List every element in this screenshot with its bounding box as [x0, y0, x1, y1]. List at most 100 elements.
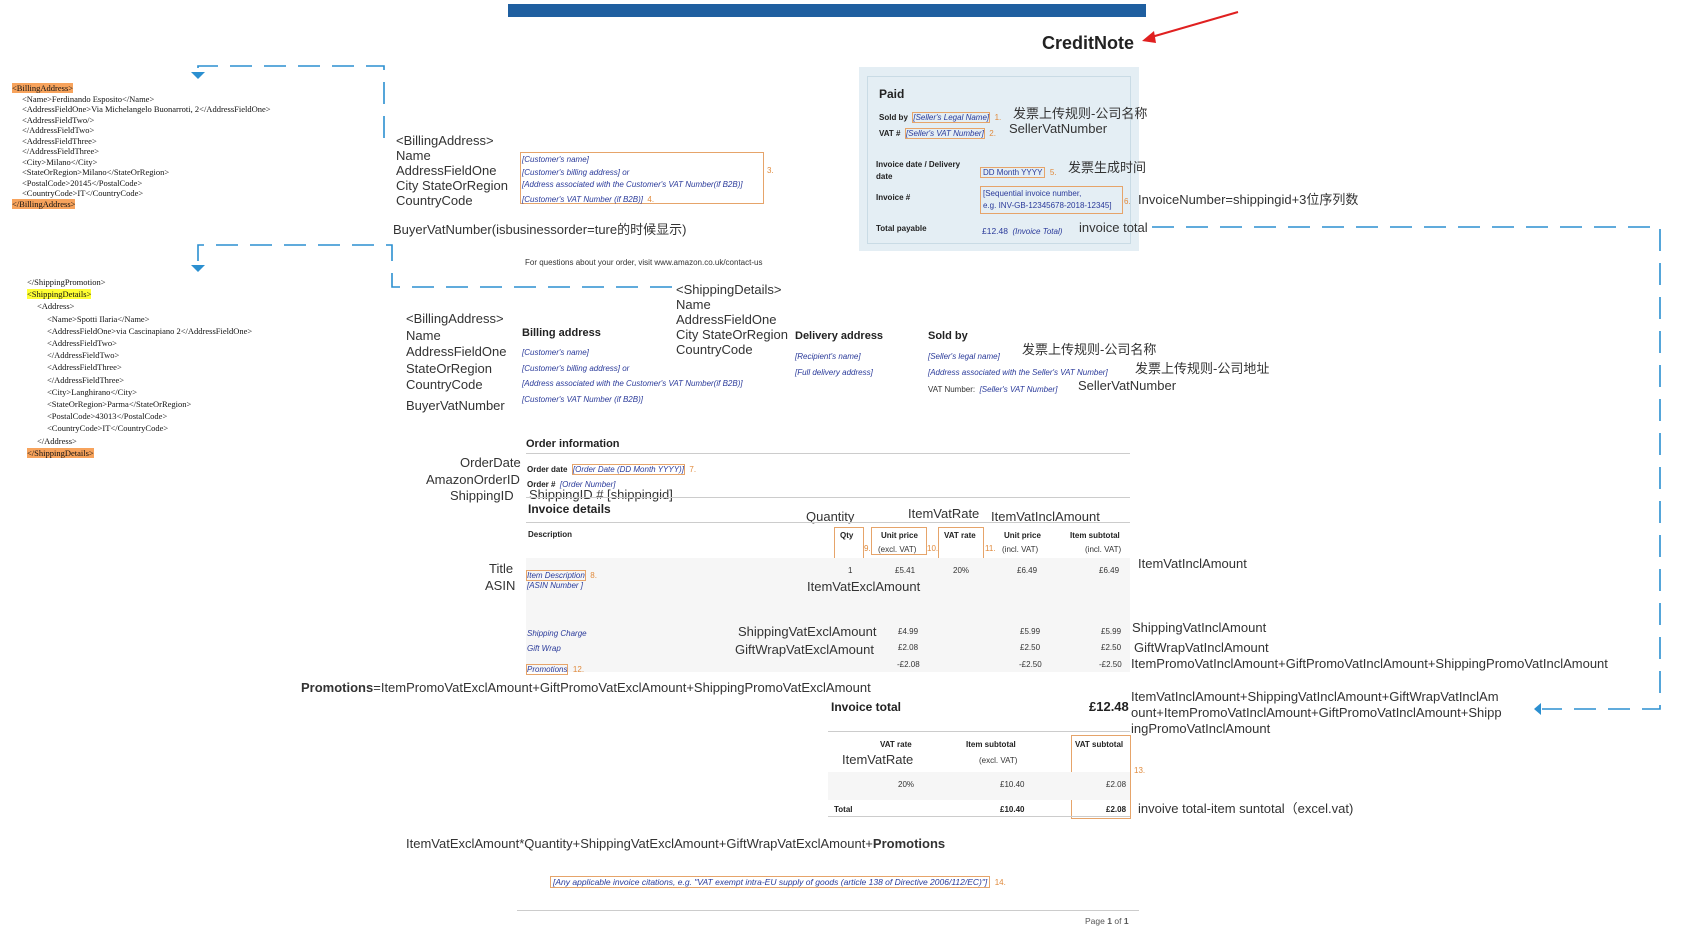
paid-title: Paid — [879, 87, 905, 101]
invoice-total-formula-1: ItemVatInclAmount+ShippingVatInclAmount+… — [1131, 689, 1499, 704]
xml-line: <Name>Spotti Ilaria</Name> — [47, 313, 150, 324]
vat-note: SellerVatNumber — [1009, 121, 1108, 136]
invoice-number-ph-2: e.g. INV-GB-12345678-2018-12345] — [983, 201, 1112, 210]
vat-summary-top-rule — [828, 731, 1130, 732]
billing-vat-address-ph: [Address associated with the Customer's … — [522, 379, 743, 388]
seller-vat-prefix: VAT Number: — [928, 385, 976, 394]
col-item-subtotal-sub: (incl. VAT) — [1085, 545, 1122, 554]
xml-line: <City>Milano</City> — [22, 156, 98, 167]
document-title: CreditNote — [1042, 33, 1135, 53]
promotions-formula-rest: =ItemPromoVatExclAmount+GiftPromoVatExcl… — [373, 680, 871, 695]
xml-line: </Address> — [37, 435, 77, 446]
map-shipping-incl: ShippingVatInclAmount — [1132, 620, 1267, 635]
shipping-id-line: ShippingID # [shippingid] — [529, 487, 673, 502]
vat-summary-col-rate: VAT rate — [880, 740, 912, 749]
xml-line: </AddressFieldTwo> — [47, 350, 120, 361]
map-item-vat-rate: ItemVatRate — [908, 506, 980, 521]
xml-billing-snippet: <BillingAddress> <Name>Ferdinando Esposi… — [12, 83, 271, 209]
sold-by-heading: Sold by — [928, 330, 968, 342]
customer-billing-ph: [Customer's billing address] or — [522, 167, 630, 177]
customer-vat-number-ph: [Customer's VAT Number (if B2B)] — [522, 194, 643, 204]
sold-by-note-1: 发票上传规则-公司名称 — [1022, 342, 1157, 357]
xml-line: <ShippingDetails> — [27, 289, 92, 300]
giftwrap-subtotal: £2.50 — [1101, 643, 1122, 652]
map-billing-name: Name — [396, 148, 431, 163]
gift-wrap-label: Gift Wrap — [527, 644, 561, 653]
xml-shipping-snippet: </ShippingPromotion> <ShippingDetails> <… — [27, 276, 252, 459]
item-description-num: 8. — [590, 571, 597, 580]
col-unit-price-sub: (excl. VAT) — [878, 545, 917, 554]
map-shipping-city-state: City StateOrRegion — [676, 327, 788, 342]
customer-placeholder-lines: [Customer's name] [Customer's billing ad… — [522, 154, 743, 206]
red-arrow-head-icon — [1142, 31, 1156, 43]
col-unit-price-num: 10. — [927, 544, 939, 553]
citation-text: [Any applicable invoice citations, e.g. … — [550, 876, 991, 888]
recipient-name-ph: [Recipient's name] — [795, 352, 861, 361]
map2-buyer-vat: BuyerVatNumber — [406, 398, 505, 413]
billing-vat-number-ph: [Customer's VAT Number (if B2B)] — [522, 394, 643, 404]
xml-line: <City>Langhirano</City> — [47, 386, 138, 397]
customer-name-ph: [Customer's name] — [522, 155, 589, 164]
customer-vat-address-ph: [Address associated with the Customer's … — [522, 180, 743, 189]
vat-summary-row-vat: £2.08 — [1106, 780, 1127, 789]
xml-line: <AddressFieldOne>via Cascinapiano 2</Add… — [47, 325, 253, 336]
map-shipping-id: ShippingID — [450, 488, 514, 503]
customer-vat-num: 4. — [647, 194, 655, 204]
map-billing-city-state: City StateOrRegion — [396, 178, 508, 193]
vat-summary-total-vat: £2.08 — [1106, 805, 1127, 814]
invoice-number-ph-1: [Sequential invoice number, — [983, 189, 1082, 198]
map-billing-addr1: AddressFieldOne — [396, 163, 497, 178]
billing-address-heading: Billing address — [522, 327, 601, 339]
order-info-divider — [526, 453, 1130, 454]
vat-summary-col-vat: VAT subtotal — [1075, 740, 1124, 749]
item-vat-rate: 20% — [953, 566, 970, 575]
map-vat-summary-rate: ItemVatRate — [842, 752, 914, 767]
shipping-incl: £5.99 — [1020, 627, 1041, 636]
map-billing-tag: <BillingAddress> — [396, 133, 494, 148]
total-payable-label: Total payable — [876, 224, 927, 233]
xml-line: <AddressFieldThree> — [47, 362, 122, 373]
item-unit-excl: £5.41 — [895, 566, 916, 575]
map-item-vat-incl-right: ItemVatInclAmount — [1138, 556, 1247, 571]
total-payable-row: £12.48 (Invoice Total) — [982, 221, 1062, 239]
vat-summary-num: 13. — [1134, 766, 1146, 775]
map-asin: ASIN — [485, 578, 516, 593]
item-qty: 1 — [848, 566, 853, 575]
sold-by-ph: [Seller's Legal Name] — [912, 112, 991, 123]
invoice-total-connector-line — [1152, 226, 1661, 710]
promotions-formula-bold: Promotions — [301, 680, 374, 695]
sold-by-note-3: SellerVatNumber — [1078, 378, 1177, 393]
map2-billing-state: StateOrRegion — [406, 360, 492, 376]
bottom-formula-rest: ItemVatExclAmount*Quantity+ShippingVatEx… — [406, 836, 873, 851]
total-payable-ph: (Invoice Total) — [1012, 227, 1063, 236]
xml-line: </BillingAddress> — [12, 198, 76, 209]
vat-summary-row-subtotal: £10.40 — [1000, 780, 1025, 789]
sold-by-label: Sold by — [879, 113, 908, 122]
shipping-arrow-head-icon — [191, 265, 205, 272]
giftwrap-incl: £2.50 — [1020, 643, 1041, 652]
xml-line: </AddressFieldTwo> — [22, 125, 95, 135]
contact-line: For questions about your order, visit ww… — [525, 258, 763, 267]
billing-arrow-head-icon — [191, 72, 205, 79]
xml-line: <StateOrRegion>Milano</StateOrRegion> — [22, 167, 170, 177]
billing-mapping-labels-2: <BillingAddress> Name AddressFieldOne St… — [406, 311, 506, 394]
billing-address-lines: [Customer's name] [Customer's billing ad… — [522, 345, 743, 407]
invoice-number-label: Invoice # — [876, 193, 911, 202]
xml-line: <Name>Ferdinando Esposito</Name> — [22, 93, 155, 104]
paid-vat-row: VAT # [Seller's VAT Number] 2. — [879, 123, 996, 141]
col-unit-price: Unit price — [881, 531, 918, 540]
invoice-total-label: Invoice total — [831, 700, 902, 714]
xml-line: <StateOrRegion>Parma</StateOrRegion> — [47, 399, 192, 410]
vat-summary-col-subtotal-sub: (excl. VAT) — [979, 756, 1018, 765]
vat-num: 2. — [989, 129, 996, 138]
invoice-total-value: £12.48 — [1089, 699, 1129, 714]
billing-address-ph: [Customer's billing address] or — [522, 363, 630, 373]
delivery-address-lines: [Recipient's name] [Full delivery addres… — [795, 349, 873, 380]
red-arrow-line — [1147, 11, 1239, 39]
map-item-vat-excl: ItemVatExclAmount — [807, 579, 921, 594]
shipping-id-divider — [526, 497, 1130, 498]
promotions-num: 12. — [572, 665, 585, 674]
col-vat-rate: VAT rate — [944, 531, 976, 540]
map-giftwrap-incl: GiftWrapVatInclAmount — [1134, 640, 1269, 655]
map-shipping-name: Name — [676, 297, 711, 312]
